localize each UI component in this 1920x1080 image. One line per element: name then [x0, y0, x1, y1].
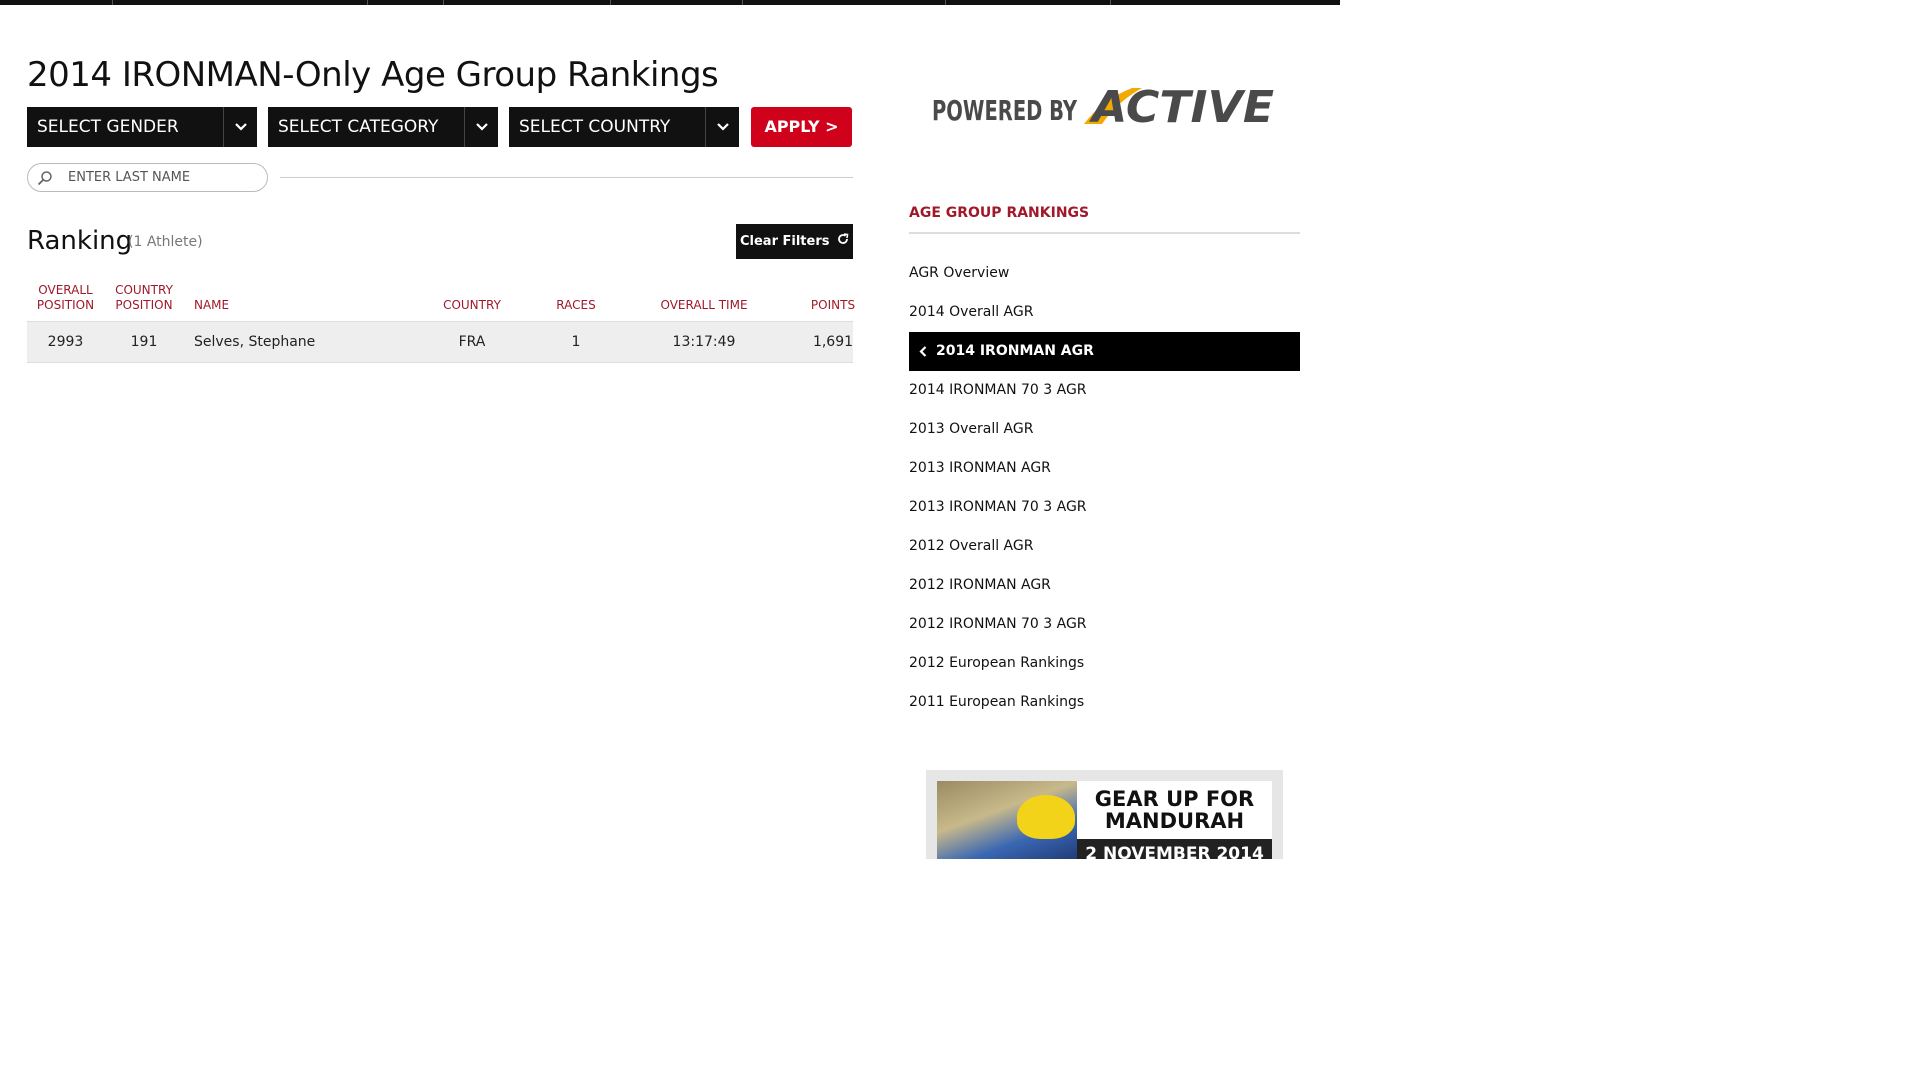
nav-separator: [742, 0, 743, 5]
helmet-graphic: [1017, 795, 1075, 839]
ranking-title: Ranking: [27, 226, 133, 256]
mandurah-ad-banner[interactable]: GEAR UP FOR MANDURAH 2 NOVEMBER 2014: [926, 770, 1283, 859]
ad-headline: GEAR UP FOR MANDURAH: [1077, 781, 1272, 839]
sidebar-item-label: AGR Overview: [909, 265, 1010, 281]
table-row[interactable]: 2993 191 Selves, Stephane FRA 1 13:17:49…: [27, 322, 853, 363]
country-select[interactable]: SELECT COUNTRY: [509, 107, 739, 147]
apply-button[interactable]: APPLY >: [751, 107, 852, 147]
gender-select-label: SELECT GENDER: [37, 117, 179, 137]
search-placeholder: ENTER LAST NAME: [68, 170, 191, 185]
sidebar-item-label: 2013 IRONMAN AGR: [909, 460, 1051, 476]
rankings-table: OVERALL POSITION COUNTRY POSITION NAME C…: [27, 280, 855, 363]
nav-separator: [367, 0, 368, 5]
cell-overall-time: 13:17:49: [672, 334, 736, 350]
ranking-header: Ranking (1 Athlete) Clear Filters: [27, 224, 853, 264]
nav-separator: [945, 0, 946, 5]
sidebar-item-label: 2014 Overall AGR: [909, 304, 1034, 320]
chevron-down-icon: [705, 107, 739, 147]
sidebar-item-2011-european-rankings[interactable]: 2011 European Rankings: [909, 683, 1300, 722]
col-name[interactable]: NAME: [194, 298, 254, 313]
col-country-position[interactable]: COUNTRY POSITION: [105, 283, 183, 313]
ad-headline-line1: GEAR UP FOR: [1094, 787, 1255, 811]
refresh-icon: [837, 224, 849, 259]
cell-country-position: 191: [130, 334, 158, 350]
sidebar-item-label: 2012 IRONMAN 70 3 AGR: [909, 616, 1087, 632]
sidebar-item-label: 2011 European Rankings: [909, 694, 1085, 710]
col-country[interactable]: COUNTRY: [415, 298, 529, 313]
sidebar-item-label: 2012 IRONMAN AGR: [909, 577, 1051, 593]
cell-overall-position: 2993: [47, 334, 84, 350]
athlete-photo: [937, 781, 1077, 859]
nav-separator: [1110, 0, 1111, 5]
main-content: 2014 IRONMAN-Only Age Group Rankings SEL…: [27, 52, 855, 363]
sidebar-item-label: 2012 European Rankings: [909, 655, 1085, 671]
athlete-count: (1 Athlete): [128, 234, 203, 250]
sidebar-item-agr-overview[interactable]: AGR Overview: [909, 254, 1300, 293]
col-points[interactable]: POINTS: [777, 298, 889, 313]
gender-select[interactable]: SELECT GENDER: [27, 107, 257, 147]
powered-by-active-logo[interactable]: POWERED BY ACTIVE: [932, 80, 1277, 128]
sidebar-item-2012-ironman-agr[interactable]: 2012 IRONMAN AGR: [909, 566, 1300, 605]
chevron-down-icon: [464, 107, 498, 147]
nav-separator: [610, 0, 611, 5]
sidebar-item-2014-overall-agr[interactable]: 2014 Overall AGR: [909, 293, 1300, 332]
chevron-down-icon: [223, 107, 257, 147]
cell-points: 1,691: [812, 334, 854, 350]
chevron-left-icon: [919, 332, 927, 371]
col-races[interactable]: RACES: [519, 298, 633, 313]
clear-filters-label: Clear Filters: [739, 234, 830, 249]
sidebar-item-2013-overall-agr[interactable]: 2013 Overall AGR: [909, 410, 1300, 449]
sidebar-nav: AGR Overview 2014 Overall AGR 2014 IRONM…: [909, 254, 1300, 722]
country-select-label: SELECT COUNTRY: [519, 117, 671, 137]
sidebar-item-2014-ironman-70-3-agr[interactable]: 2014 IRONMAN 70 3 AGR: [909, 371, 1300, 410]
sidebar-item-label: 2013 IRONMAN 70 3 AGR: [909, 499, 1087, 515]
divider: [909, 232, 1300, 234]
nav-separator: [112, 0, 113, 5]
col-overall-time[interactable]: OVERALL TIME: [624, 298, 784, 313]
sidebar-item-2012-overall-agr[interactable]: 2012 Overall AGR: [909, 527, 1300, 566]
cell-country: FRA: [458, 334, 486, 350]
sidebar-item-label: 2014 IRONMAN AGR: [936, 343, 1094, 359]
cell-name[interactable]: Selves, Stephane: [194, 322, 414, 363]
sidebar-item-2013-ironman-agr[interactable]: 2013 IRONMAN AGR: [909, 449, 1300, 488]
sidebar-item-2012-european-rankings[interactable]: 2012 European Rankings: [909, 644, 1300, 683]
cell-races: 1: [571, 334, 581, 350]
logo-brand-text: ACTIVE: [1089, 82, 1274, 128]
ad-headline-line2: MANDURAH: [1104, 809, 1245, 833]
table-header-row: OVERALL POSITION COUNTRY POSITION NAME C…: [27, 280, 855, 322]
sidebar-item-2014-ironman-agr[interactable]: 2014 IRONMAN AGR: [909, 332, 1300, 371]
nav-separator: [443, 0, 444, 5]
sidebar-item-label: 2013 Overall AGR: [909, 421, 1034, 437]
clear-filters-button[interactable]: Clear Filters: [736, 224, 853, 259]
logo-powered-text: POWERED BY: [932, 94, 1078, 127]
ad-date: 2 NOVEMBER 2014: [1077, 839, 1272, 859]
filter-bar: SELECT GENDER SELECT CATEGORY SELECT COU…: [27, 107, 853, 147]
category-select-label: SELECT CATEGORY: [278, 117, 439, 137]
sidebar-item-label: 2012 Overall AGR: [909, 538, 1034, 554]
search-row: ENTER LAST NAME: [27, 163, 853, 192]
top-nav-bar: [0, 0, 1340, 5]
sidebar-item-2013-ironman-70-3-agr[interactable]: 2013 IRONMAN 70 3 AGR: [909, 488, 1300, 527]
category-select[interactable]: SELECT CATEGORY: [268, 107, 498, 147]
sidebar-item-label: 2014 IRONMAN 70 3 AGR: [909, 382, 1087, 398]
divider: [280, 177, 853, 178]
sidebar-heading: AGE GROUP RANKINGS: [909, 205, 1090, 221]
last-name-search-input[interactable]: ENTER LAST NAME: [27, 163, 268, 192]
col-overall-position[interactable]: OVERALL POSITION: [27, 283, 104, 313]
sidebar-item-2012-ironman-70-3-agr[interactable]: 2012 IRONMAN 70 3 AGR: [909, 605, 1300, 644]
page-title: 2014 IRONMAN-Only Age Group Rankings: [27, 55, 719, 95]
search-icon: [37, 170, 53, 186]
